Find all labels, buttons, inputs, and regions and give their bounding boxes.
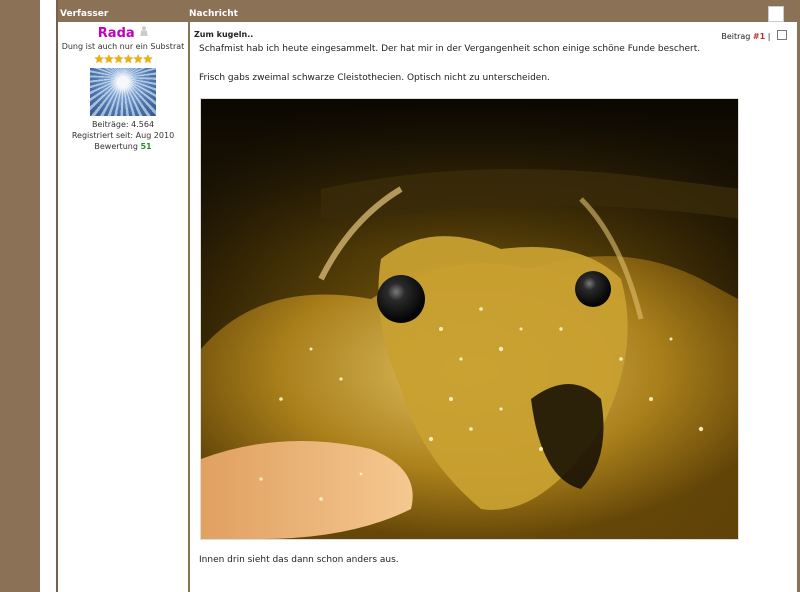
header-message: Nachricht (189, 9, 238, 19)
offline-status-icon (140, 26, 148, 36)
author-registered: Registriert seit: Aug 2010 (71, 131, 175, 140)
post-select-checkbox[interactable] (777, 30, 787, 40)
post-title: Zum kugeln.. (194, 30, 254, 39)
header-author: Verfasser (60, 9, 109, 19)
post-number: Beitrag #1 | (721, 30, 787, 41)
left-margin (0, 0, 40, 592)
post-text-1: Schafmist hab ich heute eingesammelt. De… (199, 44, 701, 54)
rank-stars: ★★★★★★ (93, 52, 154, 66)
avatar[interactable] (90, 68, 156, 116)
table-header: Verfasser Nachricht (56, 6, 800, 22)
post-text-3: Innen drin sieht das dann schon anders a… (199, 555, 399, 565)
author-rank: Dung ist auch nur ein Substrat (61, 42, 185, 51)
author-post-count: Beiträge: 4.564 (91, 120, 155, 129)
post-number-separator: | (767, 32, 771, 41)
author-name-link[interactable]: Rada (98, 26, 135, 41)
post-text-2: Frisch gabs zweimal schwarze Cleistothec… (199, 73, 550, 83)
spacer (40, 0, 56, 592)
author-rating-value[interactable]: 51 (140, 142, 151, 151)
post-number-link[interactable]: #1 (753, 32, 765, 41)
post-photo[interactable] (200, 98, 739, 540)
author-panel: Rada Dung ist auch nur ein Substrat ★★★★… (58, 22, 189, 592)
post-number-label: Beitrag (721, 32, 751, 41)
header-corner-box (768, 6, 784, 22)
author-rating-label: Bewertung (94, 142, 138, 151)
post-message: Zum kugeln.. Beitrag #1 | Schafmist hab … (189, 22, 800, 592)
